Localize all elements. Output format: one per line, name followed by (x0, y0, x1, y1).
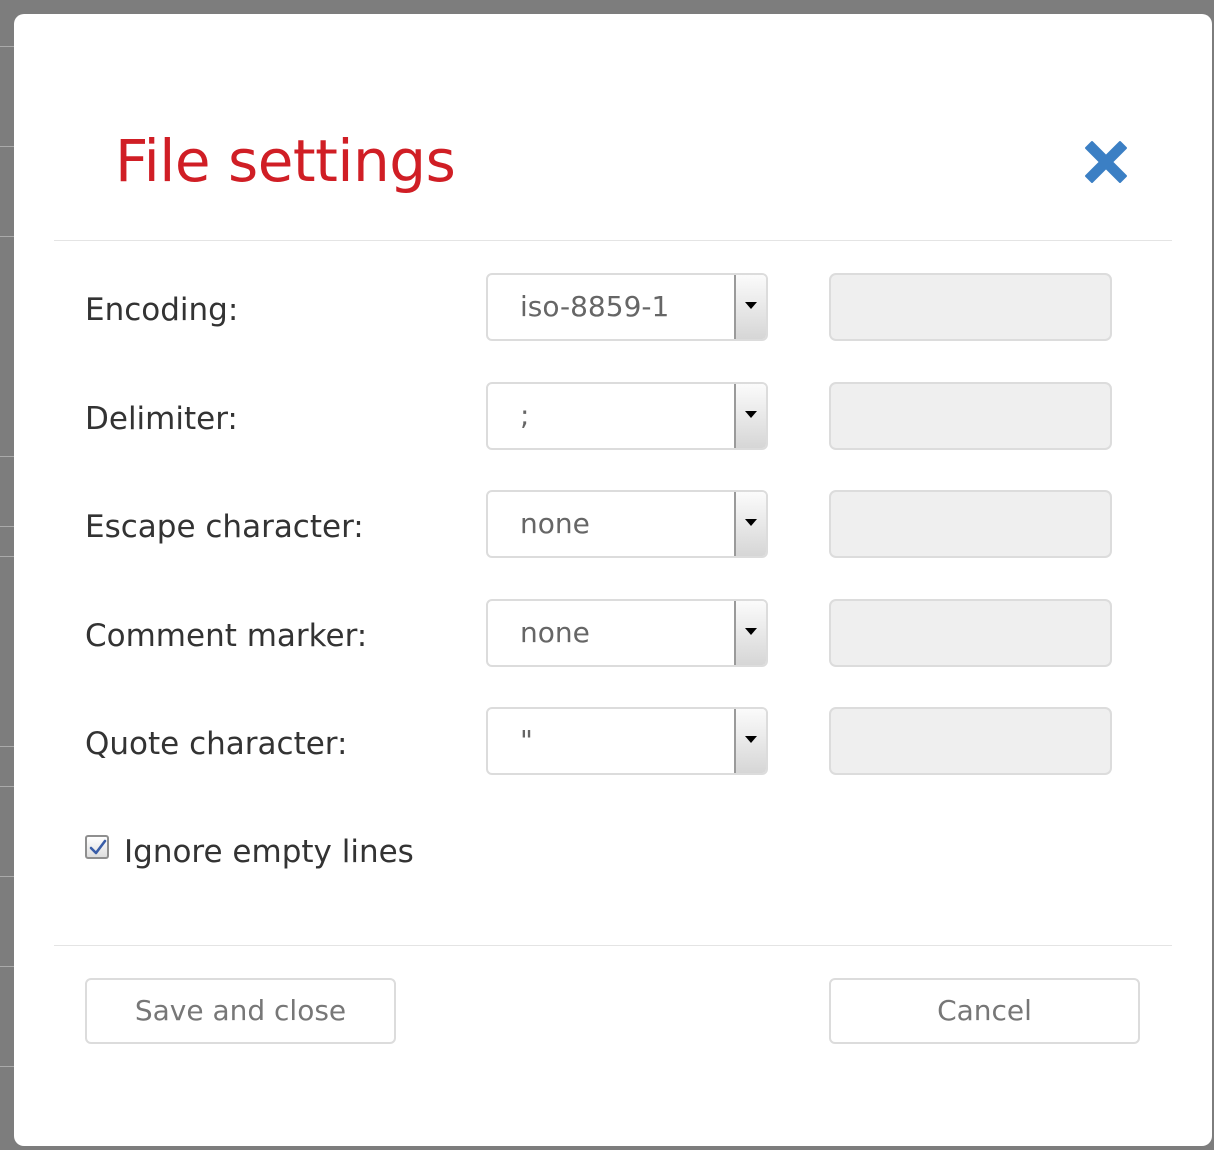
comment-marker-select[interactable]: none (486, 599, 768, 667)
encoding-select[interactable]: iso-8859-1 (486, 273, 768, 341)
backdrop-divider (0, 746, 14, 747)
comment-marker-dropdown-arrow[interactable] (734, 601, 766, 665)
escape-character-select-value: none (520, 507, 590, 540)
close-icon (1085, 141, 1127, 183)
quote-character-label: Quote character: (85, 726, 348, 762)
escape-character-select[interactable]: none (486, 490, 768, 558)
backdrop-divider (0, 236, 14, 237)
comment-marker-select-value: none (520, 616, 590, 649)
checkmark-icon (89, 839, 107, 855)
encoding-label: Encoding: (85, 292, 239, 328)
escape-character-dropdown-arrow[interactable] (734, 492, 766, 556)
footer-divider (54, 945, 1172, 946)
ignore-empty-lines-checkbox[interactable] (85, 835, 109, 859)
escape-character-custom-input (829, 490, 1112, 558)
save-and-close-button[interactable]: Save and close (85, 978, 396, 1044)
chevron-down-icon (745, 519, 757, 526)
backdrop-divider (0, 526, 14, 527)
escape-character-label: Escape character: (85, 509, 364, 545)
backdrop-divider (0, 966, 14, 967)
comment-marker-custom-input (829, 599, 1112, 667)
chevron-down-icon (745, 736, 757, 743)
encoding-custom-input (829, 273, 1112, 341)
delimiter-select-value: ; (520, 399, 530, 432)
file-settings-dialog: File settings Encoding: iso-8859-1 Delim… (14, 14, 1212, 1146)
close-button[interactable] (1082, 138, 1130, 186)
ignore-empty-lines-label[interactable]: Ignore empty lines (124, 832, 414, 872)
backdrop-divider (0, 876, 14, 877)
header-divider (54, 240, 1172, 241)
backdrop-divider (0, 786, 14, 787)
backdrop-divider (0, 456, 14, 457)
chevron-down-icon (745, 411, 757, 418)
chevron-down-icon (745, 302, 757, 309)
delimiter-label: Delimiter: (85, 401, 238, 437)
delimiter-dropdown-arrow[interactable] (734, 384, 766, 448)
backdrop-divider (0, 556, 14, 557)
delimiter-custom-input (829, 382, 1112, 450)
cancel-button[interactable]: Cancel (829, 978, 1140, 1044)
delimiter-select[interactable]: ; (486, 382, 768, 450)
dialog-title: File settings (115, 127, 456, 195)
quote-character-select-value: " (520, 724, 533, 757)
comment-marker-label: Comment marker: (85, 618, 368, 654)
quote-character-dropdown-arrow[interactable] (734, 709, 766, 773)
quote-character-select[interactable]: " (486, 707, 768, 775)
encoding-dropdown-arrow[interactable] (734, 275, 766, 339)
encoding-select-value: iso-8859-1 (520, 290, 670, 323)
backdrop-divider (0, 1066, 14, 1067)
backdrop-divider (0, 46, 14, 47)
chevron-down-icon (745, 628, 757, 635)
quote-character-custom-input (829, 707, 1112, 775)
backdrop-divider (0, 146, 14, 147)
